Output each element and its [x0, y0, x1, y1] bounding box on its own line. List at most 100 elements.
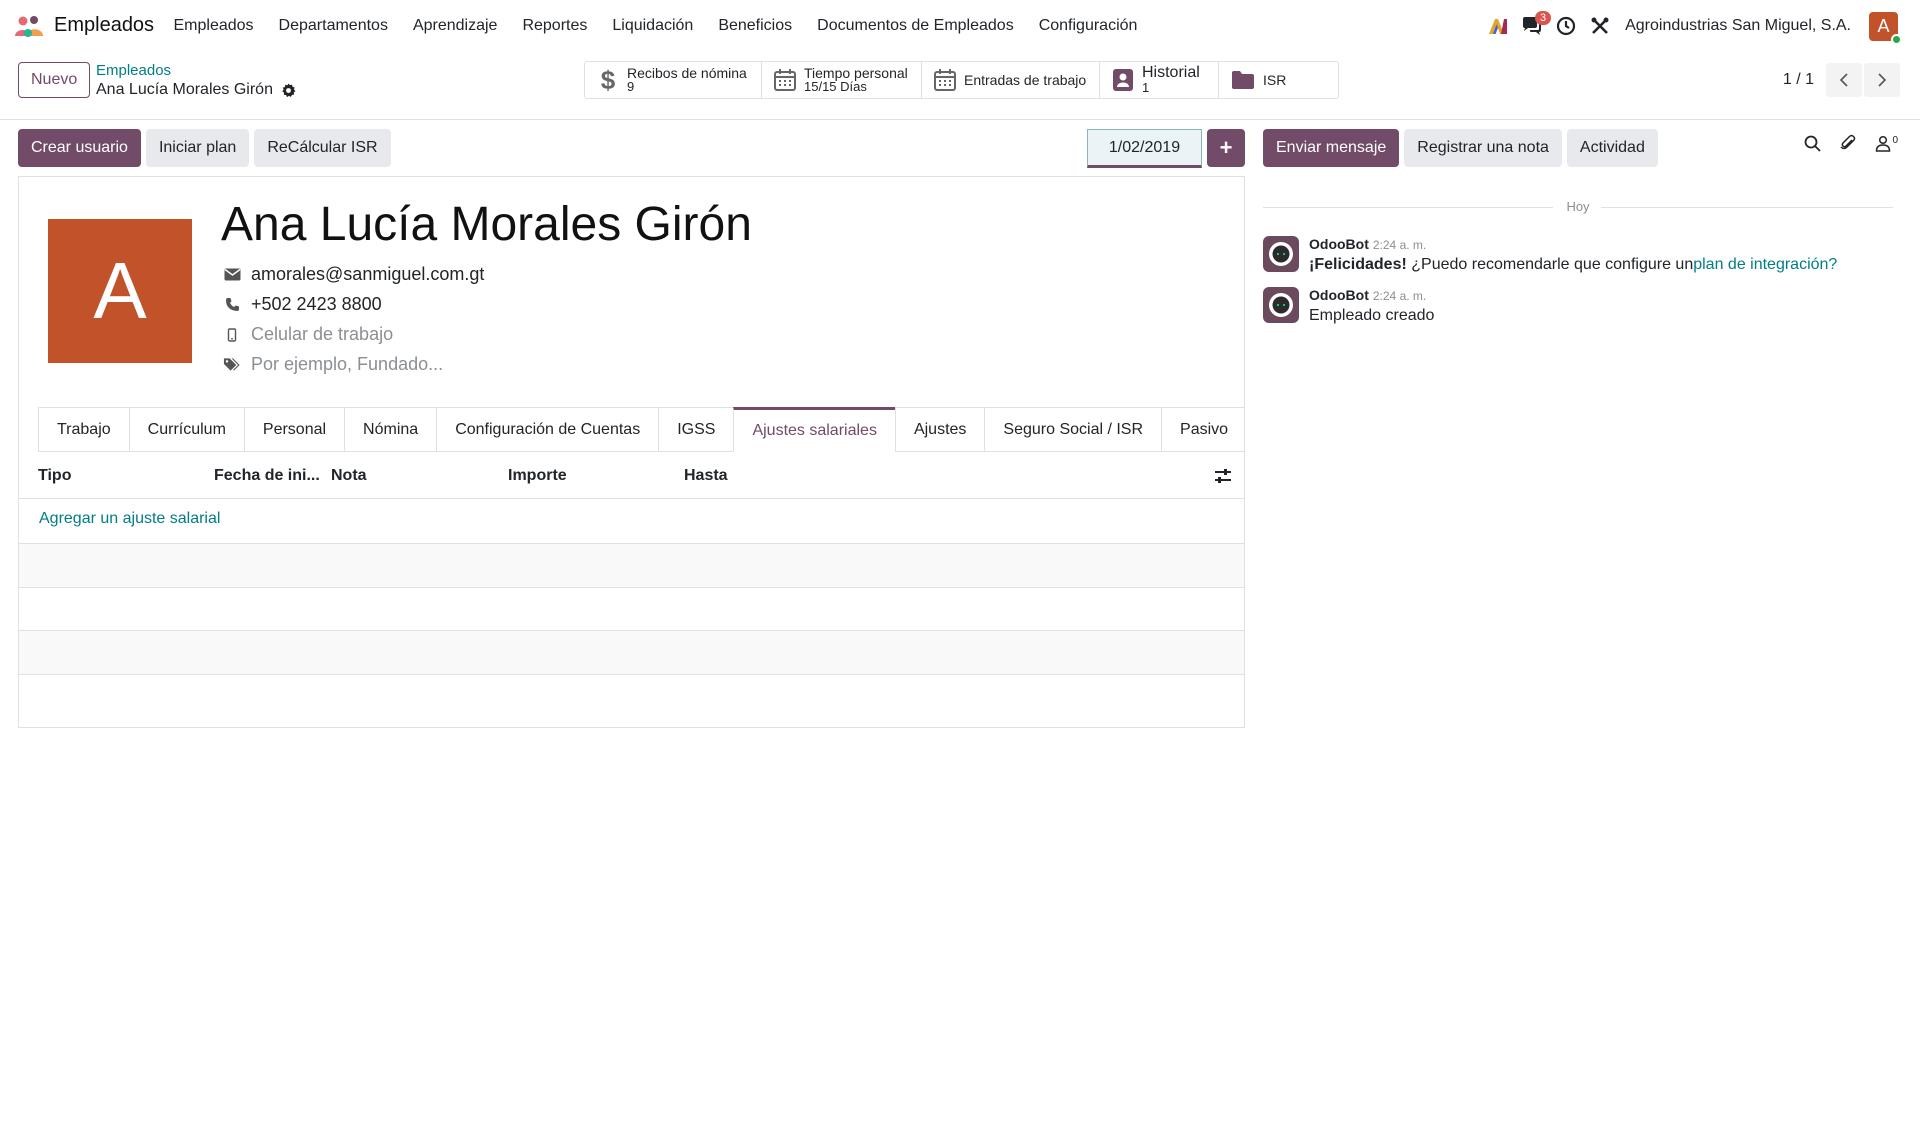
menu-item-beneficios[interactable]: Beneficios — [706, 17, 805, 35]
author-name[interactable]: OdooBot — [1309, 236, 1369, 252]
dollar-icon: $ — [600, 64, 616, 95]
history-smart-button[interactable]: Historial 1 — [1100, 62, 1219, 98]
tags-field[interactable]: Por ejemplo, Fundado... — [251, 354, 443, 375]
isr-smart-button[interactable]: ISR — [1219, 62, 1338, 98]
recalculate-isr-button[interactable]: ReCálcular ISR — [254, 129, 391, 167]
mobile-field[interactable]: Celular de trabajo — [251, 324, 393, 345]
menu-item-departamentos[interactable]: Departamentos — [266, 17, 400, 35]
time-off-title: Tiempo personal — [804, 65, 908, 81]
message-text: ¿Puedo recomendarle que configure un — [1406, 256, 1694, 273]
add-button[interactable]: + — [1207, 129, 1245, 167]
breadcrumb-current-label: Ana Lucía Morales Girón — [96, 81, 273, 98]
employee-name[interactable]: Ana Lucía Morales Girón — [221, 197, 752, 252]
payslips-smart-button[interactable]: $ Recibos de nómina 9 — [585, 62, 762, 98]
folder-icon — [1232, 71, 1254, 89]
search-icon[interactable] — [1804, 135, 1822, 152]
tab-trabajo[interactable]: Trabajo — [38, 407, 129, 452]
add-salary-adjustment-link[interactable]: Agregar un ajuste salarial — [39, 510, 220, 528]
chatter-message: OdooBot 2:24 a. m. Empleado creado — [1263, 287, 1434, 325]
menu-item-documentos[interactable]: Documentos de Empleados — [805, 17, 1027, 35]
column-nota[interactable]: Nota — [331, 467, 367, 485]
top-navbar: Empleados Empleados Departamentos Aprend… — [0, 0, 1920, 52]
activity-button[interactable]: Actividad — [1566, 129, 1658, 167]
payslips-value: 9 — [627, 79, 635, 94]
mobile-icon — [223, 327, 241, 342]
pager-value[interactable]: 1 / 1 — [1783, 71, 1814, 89]
salary-adjustments-table-header: Tipo Fecha de ini... Nota Importe Hasta — [19, 453, 1244, 499]
app-name[interactable]: Empleados — [54, 14, 154, 37]
tab-pasivo[interactable]: Pasivo — [1161, 407, 1244, 452]
payslips-title: Recibos de nómina — [627, 65, 747, 81]
message-time: 2:24 a. m. — [1372, 238, 1427, 252]
tab-nomina[interactable]: Nómina — [344, 407, 437, 452]
user-avatar[interactable]: A — [1869, 11, 1902, 45]
message-time: 2:24 a. m. — [1372, 289, 1427, 303]
tab-seguro-social-isr[interactable]: Seguro Social / ISR — [984, 407, 1162, 452]
tab-ajustes[interactable]: Ajustes — [894, 407, 985, 452]
breadcrumb-parent-link[interactable]: Empleados — [96, 62, 171, 79]
paperclip-icon[interactable] — [1839, 134, 1857, 152]
clock-icon[interactable] — [1549, 0, 1583, 52]
contact-card-icon — [1113, 69, 1133, 91]
form-statusbar-buttons: Crear usuario Iniciar plan ReCálcular IS… — [18, 129, 391, 167]
tab-personal[interactable]: Personal — [243, 407, 345, 452]
tags-icon — [223, 357, 241, 372]
employee-form-sheet: A Ana Lucía Morales Girón amorales@sanmi… — [18, 176, 1245, 728]
payslips-text: Recibos de nómina 9 — [627, 66, 747, 94]
messages-icon[interactable]: 3 — [1515, 0, 1552, 52]
time-off-smart-button[interactable]: Tiempo personal 15/15 Días — [762, 62, 922, 98]
employee-avatar[interactable]: A — [48, 219, 192, 363]
menu-item-aprendizaje[interactable]: Aprendizaje — [400, 17, 510, 35]
create-user-button[interactable]: Crear usuario — [18, 129, 141, 167]
tools-icon[interactable] — [1583, 0, 1617, 52]
tab-igss[interactable]: IGSS — [658, 407, 734, 452]
pager-next-button[interactable] — [1864, 63, 1900, 97]
phone-row: +502 2423 8800 — [223, 294, 382, 315]
menu-item-configuracion[interactable]: Configuración — [1026, 17, 1150, 35]
tab-configuracion-cuentas[interactable]: Configuración de Cuentas — [436, 407, 659, 452]
odoobot-avatar[interactable] — [1263, 287, 1299, 323]
empty-row — [19, 544, 1244, 587]
history-text: Historial 1 — [1142, 65, 1200, 95]
column-fecha-inicio[interactable]: Fecha de ini... — [214, 467, 320, 485]
menu-item-empleados[interactable]: Empleados — [161, 17, 266, 35]
chatter-message: OdooBot 2:24 a. m. ¡Felicidades! ¿Puedo r… — [1263, 236, 1837, 274]
odoobot-avatar[interactable] — [1263, 236, 1299, 272]
tab-curriculum[interactable]: Currículum — [128, 407, 244, 452]
isr-title: ISR — [1263, 72, 1287, 88]
company-switcher[interactable]: Agroindustrias San Miguel, S.A. — [1625, 17, 1851, 35]
time-off-text: Tiempo personal 15/15 Días — [804, 66, 908, 94]
employees-app-icon[interactable] — [14, 14, 44, 38]
gear-icon[interactable] — [281, 82, 296, 98]
column-importe[interactable]: Importe — [508, 467, 567, 485]
onboarding-plan-link[interactable]: plan de integración? — [1693, 256, 1837, 273]
column-hasta[interactable]: Hasta — [684, 467, 728, 485]
date-field[interactable]: 1/02/2019 — [1087, 129, 1202, 168]
user-icon — [1876, 135, 1891, 152]
work-entries-title: Entradas de trabajo — [964, 72, 1087, 88]
calendar-icon — [774, 69, 796, 91]
followers-button[interactable]: 0 — [1875, 135, 1898, 152]
message-content: OdooBot 2:24 a. m. ¡Felicidades! ¿Puedo r… — [1309, 236, 1837, 274]
start-plan-button[interactable]: Iniciar plan — [145, 129, 250, 167]
chevron-left-icon — [1839, 73, 1848, 87]
author-name[interactable]: OdooBot — [1309, 287, 1369, 303]
smart-buttons: $ Recibos de nómina 9 Tiempo personal 15… — [584, 61, 1339, 99]
column-tipo[interactable]: Tipo — [38, 467, 71, 485]
log-note-button[interactable]: Registrar una nota — [1404, 129, 1562, 167]
email-field[interactable]: amorales@sanmiguel.com.gt — [251, 264, 484, 285]
send-message-button[interactable]: Enviar mensaje — [1263, 129, 1400, 167]
envelope-icon — [223, 268, 241, 281]
work-entries-smart-button[interactable]: Entradas de trabajo — [922, 62, 1100, 98]
followers-count: 0 — [1892, 134, 1898, 146]
column-settings-icon[interactable] — [1214, 468, 1232, 484]
menu-item-liquidacion[interactable]: Liquidación — [600, 17, 706, 35]
pager-previous-button[interactable] — [1826, 63, 1862, 97]
ai-icon[interactable] — [1481, 0, 1515, 52]
tab-ajustes-salariales[interactable]: Ajustes salariales — [733, 407, 895, 452]
chatter-actions: Enviar mensaje Registrar una nota Activi… — [1263, 129, 1658, 167]
calendar-icon — [934, 69, 956, 91]
new-button[interactable]: Nuevo — [18, 62, 91, 98]
phone-field[interactable]: +502 2423 8800 — [251, 294, 382, 315]
menu-item-reportes[interactable]: Reportes — [510, 17, 600, 35]
